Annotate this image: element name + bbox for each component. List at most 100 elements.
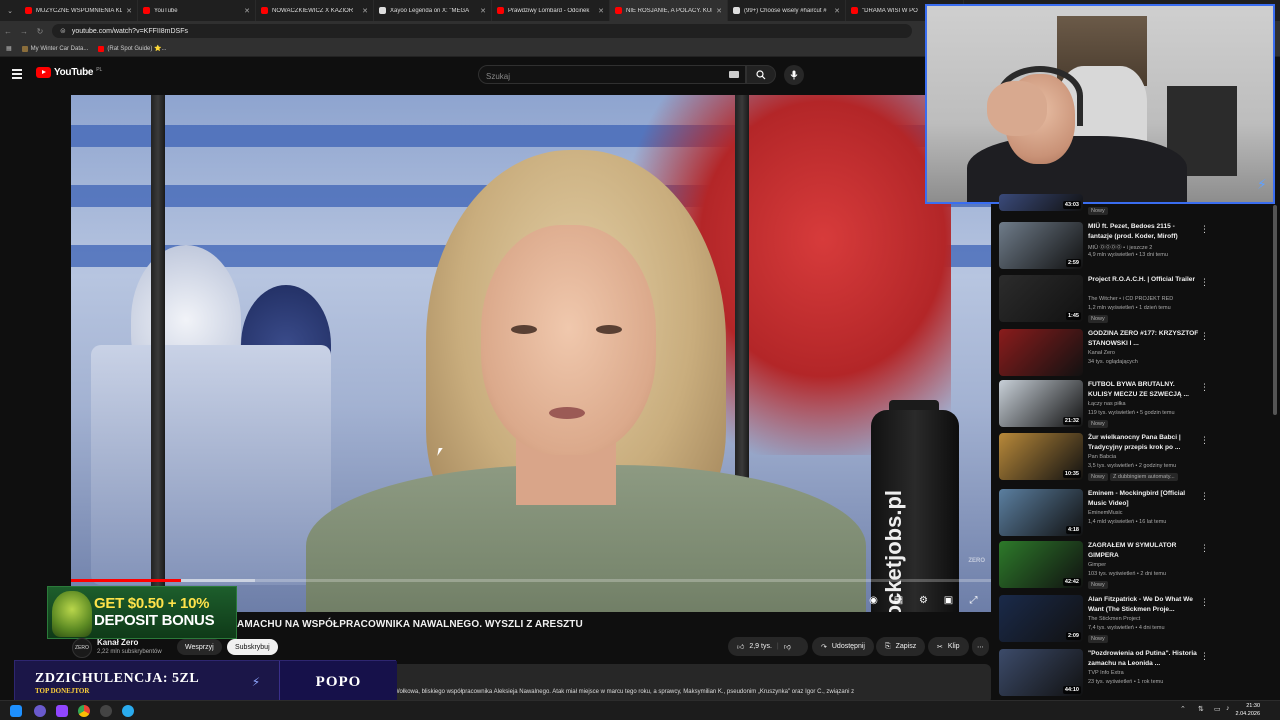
bookmark-my-winter-car[interactable]: My Winter Car Data... <box>21 45 88 52</box>
recommended-video[interactable]: 42:42 ZAGRAŁEM W SYMULATOR GIMPERA Gimper 1… <box>999 541 1269 593</box>
tab-close-icon[interactable]: ✕ <box>362 7 368 15</box>
tray-volume-icon[interactable]: ♪ <box>1226 705 1230 712</box>
video-title[interactable]: GODZINA ZERO #177: KRZYSZTOF STANOWSKI I… <box>1088 329 1200 349</box>
browser-tab[interactable]: Prawdziwy Lombard - Odcinek ✕ <box>492 0 610 21</box>
browser-tab[interactable]: NIE ROSJANIE, A POLACY. KULI ✕ <box>610 0 728 21</box>
recommended-video[interactable]: 4:18 Eminem - Mockingbird [Official Music… <box>999 489 1269 541</box>
video-channel[interactable]: Pan Babcia <box>1088 454 1116 460</box>
menu-icon[interactable] <box>12 69 22 79</box>
video-title[interactable]: Żur wielkanocny Pana Babci | Tradycyjny … <box>1088 433 1200 453</box>
fullscreen-icon[interactable]: ⤢ <box>968 595 979 606</box>
tab-close-icon[interactable]: ✕ <box>244 7 250 15</box>
channel-name[interactable]: Kanał Zero <box>97 638 138 647</box>
chrome-icon[interactable] <box>78 705 90 717</box>
like-icon[interactable]: 👍︎ <box>737 642 744 651</box>
recommended-video[interactable]: GODZINA ZERO #177: KRZYSZTOF STANOWSKI I… <box>999 329 1269 381</box>
miniplayer-icon[interactable]: ▣ <box>943 595 954 606</box>
system-clock[interactable]: 21:30 2.04.2026 <box>1236 702 1260 718</box>
browser-tab[interactable]: YouTube ✕ <box>138 0 256 21</box>
support-button[interactable]: Wesprzyj <box>177 639 222 655</box>
video-thumbnail[interactable]: 42:42 <box>999 541 1083 588</box>
channel-avatar[interactable]: ZERO <box>72 638 92 658</box>
tray-network-icon[interactable]: ⇅ <box>1198 705 1204 713</box>
video-channel[interactable]: Kanał Zero <box>1088 350 1115 356</box>
clip-button[interactable]: ✂ Klip <box>928 637 969 656</box>
tab-close-icon[interactable]: ✕ <box>716 7 722 15</box>
voice-search-button[interactable] <box>784 65 804 85</box>
autoplay-toggle-icon[interactable]: ◉ <box>868 595 879 606</box>
tray-chevron-icon[interactable]: ⌃ <box>1180 705 1186 713</box>
bookmark-rat-spot-guide[interactable]: (Rat Spot Guide) ⭐... <box>98 45 167 52</box>
subtitles-icon[interactable]: ▤ <box>893 595 904 606</box>
more-options-icon[interactable]: ⋮ <box>1200 435 1209 447</box>
video-title[interactable]: Project R.O.A.C.H. | Official Trailer <box>1088 275 1200 285</box>
video-title[interactable]: Eminem - Mockingbird [Official Music Vid… <box>1088 489 1200 509</box>
more-actions-button[interactable]: ⋯ <box>972 637 989 656</box>
video-thumbnail[interactable]: 1:45 <box>999 275 1083 322</box>
video-channel[interactable]: The Stickmen Project <box>1088 616 1140 622</box>
more-options-icon[interactable]: ⋮ <box>1200 543 1209 555</box>
video-thumbnail[interactable]: 44:10 <box>999 649 1083 696</box>
tab-search-icon[interactable]: ⌄ <box>0 0 20 21</box>
video-channel[interactable]: Łączy nas piłka <box>1088 401 1126 407</box>
video-thumbnail[interactable]: 2:09 <box>999 595 1083 642</box>
video-title[interactable]: FUTBOL BYWA BRUTALNY. KULISY MECZU ZE SZ… <box>1088 380 1200 400</box>
recommended-video[interactable]: 44:10 "Pozdrowienia od Putina". Historia … <box>999 649 1269 701</box>
url-field[interactable]: ⊜ youtube.com/watch?v=KFFII8mDSFs <box>52 24 912 38</box>
video-player[interactable]: rocketjobs.pl ZERO ◉ ▤ ⚙ ▣ ⤢ <box>71 95 991 612</box>
video-channel[interactable]: The Witcher • i CD PROJEKT RED <box>1088 296 1173 302</box>
telegram-icon[interactable] <box>122 705 134 717</box>
recommended-video[interactable]: 10:35 Żur wielkanocny Pana Babci | Tradyc… <box>999 433 1269 485</box>
forward-icon[interactable]: → <box>16 27 32 36</box>
video-channel[interactable]: EminemMusic <box>1088 510 1123 516</box>
video-thumbnail[interactable]: 43:03 <box>999 194 1083 211</box>
progress-bar[interactable] <box>71 579 991 582</box>
video-title[interactable]: "Pozdrowienia od Putina". Historia zamac… <box>1088 649 1200 669</box>
more-options-icon[interactable]: ⋮ <box>1200 382 1209 394</box>
video-channel[interactable]: MIÜ ⓄⓄⓄⓄ • i jeszcze 2 <box>1088 243 1152 251</box>
recommended-video[interactable]: 1:45 Project R.O.A.C.H. | Official Traile… <box>999 275 1269 327</box>
discord-icon[interactable] <box>34 705 46 717</box>
dislike-icon[interactable]: 👎︎ <box>784 642 791 651</box>
youtube-logo[interactable]: YouTube PL <box>36 67 102 78</box>
tab-close-icon[interactable]: ✕ <box>834 7 840 15</box>
subscribe-button[interactable]: Subskrybuj <box>227 639 278 655</box>
apps-icon[interactable]: ▦ <box>6 45 12 52</box>
more-options-icon[interactable]: ⋮ <box>1200 491 1209 503</box>
more-options-icon[interactable]: ⋮ <box>1200 651 1209 663</box>
start-icon[interactable] <box>10 705 22 717</box>
video-title[interactable]: ZAGRAŁEM W SYMULATOR GIMPERA <box>1088 541 1200 561</box>
recommended-video[interactable]: 2:59 MIÜ ft. Pezet, Bedoes 2115 - fantazj… <box>999 222 1269 274</box>
more-options-icon[interactable]: ⋮ <box>1200 331 1209 343</box>
more-options-icon[interactable]: ⋮ <box>1200 224 1209 236</box>
recommended-video[interactable]: 2:09 Alan Fitzpatrick - We Do What We Wan… <box>999 595 1269 647</box>
browser-tab[interactable]: Xayoo Legenda on X: "MEGA ✕ <box>374 0 492 21</box>
tab-close-icon[interactable]: ✕ <box>598 7 604 15</box>
like-count[interactable]: 2,9 tys. <box>749 643 772 650</box>
browser-tab[interactable]: NOWACZKIEWICZ X KAZIOR ✕ <box>256 0 374 21</box>
video-thumbnail[interactable] <box>999 329 1083 376</box>
video-thumbnail[interactable]: 4:18 <box>999 489 1083 536</box>
obs-icon[interactable] <box>100 705 112 717</box>
search-input[interactable] <box>479 68 709 85</box>
back-icon[interactable]: ← <box>0 27 16 36</box>
sidebar-scrollbar[interactable] <box>1273 205 1277 415</box>
search-button[interactable] <box>746 65 776 84</box>
keyboard-icon[interactable] <box>729 71 739 78</box>
settings-gear-icon[interactable]: ⚙ <box>918 595 929 606</box>
share-button[interactable]: ↷ Udostępnij <box>812 637 874 656</box>
twitch-icon[interactable] <box>56 705 68 717</box>
reload-icon[interactable]: ↻ <box>32 27 48 36</box>
casino-ad-banner[interactable]: GET $0.50 + 10% DEPOSIT BONUS <box>47 586 237 639</box>
more-options-icon[interactable]: ⋮ <box>1200 597 1209 609</box>
browser-tab[interactable]: (99+) Choose wisely #haircut # ✕ <box>728 0 846 21</box>
video-channel[interactable]: Gimper <box>1088 562 1106 568</box>
tray-display-icon[interactable]: ▭ <box>1214 705 1221 713</box>
tab-close-icon[interactable]: ✕ <box>480 7 486 15</box>
video-thumbnail[interactable]: 10:35 <box>999 433 1083 480</box>
video-channel[interactable]: TVP Info Extra <box>1088 670 1124 676</box>
video-title[interactable]: MIÜ ft. Pezet, Bedoes 2115 - fantazje (p… <box>1088 222 1200 242</box>
more-options-icon[interactable]: ⋮ <box>1200 277 1209 289</box>
video-title[interactable]: Alan Fitzpatrick - We Do What We Want (T… <box>1088 595 1200 615</box>
tab-close-icon[interactable]: ✕ <box>126 7 132 15</box>
